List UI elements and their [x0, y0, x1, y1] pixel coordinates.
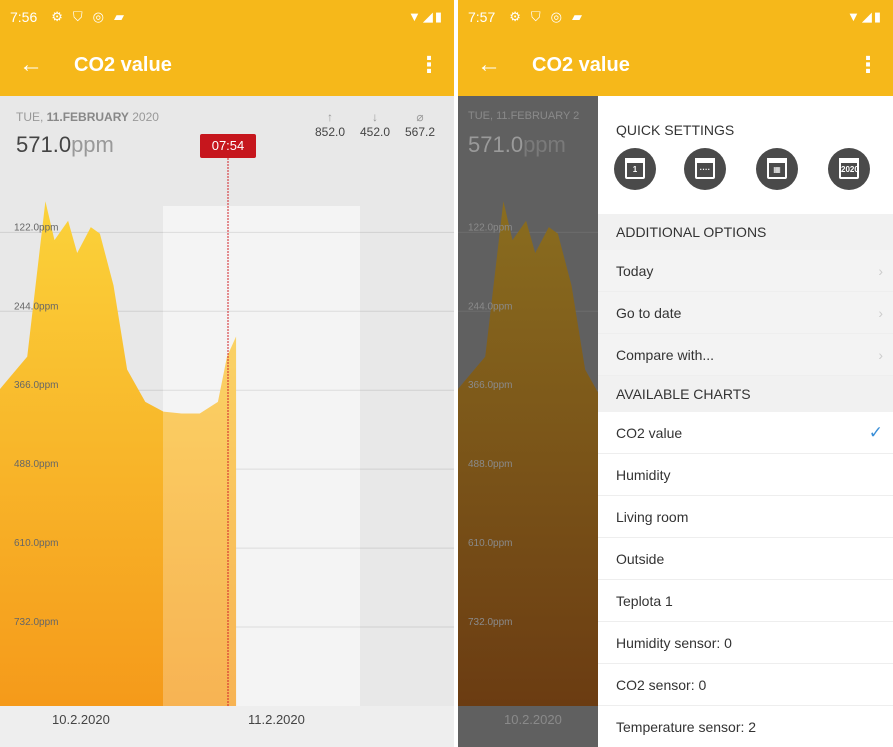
option-0[interactable]: Today ›	[598, 250, 893, 292]
signal-battery-icon: ▼◢▮	[846, 9, 883, 24]
y-tick-label: 244.0ppm	[468, 301, 512, 312]
y-tick-label: 366.0ppm	[468, 380, 512, 391]
arrow-down-icon: ↓	[372, 110, 379, 124]
phone-screen-left: 7:56 ⚙ ⛉ ◎ ▰ ▼◢▮ ← CO2 value ⋮ 732.0ppm 6…	[0, 0, 454, 747]
min-stat: ↓ 452.0	[360, 110, 391, 139]
avg-stat: ⌀ 567.2	[405, 110, 436, 139]
shield-icon: ⛉	[72, 9, 83, 24]
back-arrow-icon[interactable]: ←	[0, 51, 56, 79]
checkmark-icon: ✓	[868, 423, 883, 442]
quick-settings-heading: QUICK SETTINGS	[616, 122, 735, 138]
y-tick-label: 610.0ppm	[468, 538, 512, 549]
chart-date: TUE, 11.FEBRUARY 2	[468, 110, 580, 122]
cursor-time-badge[interactable]: 07:54	[200, 134, 256, 158]
gear-icon: ⚙	[509, 9, 521, 24]
calendar-month-icon[interactable]: ▦	[756, 148, 798, 190]
co2-area-chart[interactable]: 732.0ppm 610.0ppm 488.0ppm 366.0ppm 244.0ppm…	[0, 96, 454, 706]
gear-icon: ⚙	[51, 9, 63, 24]
additional-options-heading: ADDITIONAL OPTIONS	[598, 214, 893, 250]
y-tick-label: 366.0ppm	[14, 380, 58, 391]
page-title: CO2 value	[532, 53, 630, 76]
sync-icon: ◎	[550, 9, 563, 24]
chart-option-3[interactable]: Outside	[598, 538, 893, 580]
y-tick-label: 488.0ppm	[468, 459, 512, 470]
y-tick-label: 122.0ppm	[14, 222, 58, 233]
app-bar: ← CO2 value ⋮	[0, 34, 454, 96]
chart-date: TUE, 11.FEBRUARY 2020	[16, 110, 159, 124]
back-arrow-icon[interactable]: ←	[458, 51, 514, 79]
status-time: 7:57	[468, 9, 496, 25]
x-tick-label: 10.2.2020	[52, 712, 110, 727]
available-charts-heading: AVAILABLE CHARTS	[598, 376, 893, 412]
chart-option-6[interactable]: CO2 sensor: 0	[598, 664, 893, 706]
phone-screen-right: 7:57 ⚙ ⛉ ◎ ▰ ▼◢▮ ← CO2 value ⋮ 732.0ppm 6…	[458, 0, 893, 747]
average-icon: ⌀	[416, 110, 424, 124]
chart-option-4[interactable]: Teplota 1	[598, 580, 893, 622]
option-2[interactable]: Compare with... ›	[598, 334, 893, 376]
status-icons: ⚙ ⛉ ◎ ▰	[51, 9, 124, 25]
app-bar: ← CO2 value ⋮	[458, 34, 893, 96]
chart-option-7[interactable]: Temperature sensor: 2	[598, 706, 893, 747]
y-tick-label: 610.0ppm	[14, 538, 58, 549]
band-overlay	[163, 206, 360, 706]
y-tick-label: 244.0ppm	[14, 301, 58, 312]
chart-option-2[interactable]: Living room	[598, 496, 893, 538]
chart-area[interactable]: 732.0ppm 610.0ppm 488.0ppm 366.0ppm 244.0ppm…	[0, 96, 454, 706]
chart-option-5[interactable]: Humidity sensor: 0	[598, 622, 893, 664]
overflow-menu-icon[interactable]: ⋮	[418, 52, 440, 78]
status-time: 7:56	[10, 9, 38, 25]
y-tick-label: 122.0ppm	[468, 222, 512, 233]
co2-series-area	[458, 201, 598, 706]
status-icons: ⚙ ⛉ ◎ ▰	[509, 9, 582, 25]
sd-card-icon: ▰	[572, 9, 583, 24]
sync-icon: ◎	[92, 9, 105, 24]
options-drawer: QUICK SETTINGS 1 ···· ▦ 2020 ADDITIONAL OPT…	[598, 96, 893, 747]
current-value: 571.0ppm	[16, 132, 114, 157]
status-bar: 7:56 ⚙ ⛉ ◎ ▰ ▼◢▮	[0, 0, 454, 34]
shield-icon: ⛉	[530, 9, 541, 24]
max-stat: ↑ 852.0	[315, 110, 346, 139]
calendar-week-icon[interactable]: ····	[684, 148, 726, 190]
option-1[interactable]: Go to date ›	[598, 292, 893, 334]
current-value: 571.0ppm	[468, 132, 566, 157]
dimmed-chart-background[interactable]: 732.0ppm 610.0ppm 488.0ppm 366.0ppm 244.0ppm…	[458, 96, 598, 747]
calendar-year-icon[interactable]: 2020	[828, 148, 870, 190]
status-bar: 7:57 ⚙ ⛉ ◎ ▰ ▼◢▮	[458, 0, 893, 34]
chart-option-1[interactable]: Humidity	[598, 454, 893, 496]
chart-option-0[interactable]: CO2 value ✓	[598, 412, 893, 454]
x-tick-label: 10.2.2020	[504, 712, 562, 727]
sd-card-icon: ▰	[114, 9, 125, 24]
y-tick-label: 488.0ppm	[14, 459, 58, 470]
page-title: CO2 value	[74, 53, 172, 76]
arrow-up-icon: ↑	[327, 110, 334, 124]
chevron-right-icon: ›	[878, 347, 883, 363]
x-axis: 10.2.2020 11.2.2020	[0, 706, 454, 747]
x-tick-label: 11.2.2020	[248, 712, 305, 727]
chevron-right-icon: ›	[878, 263, 883, 279]
y-tick-label: 732.0ppm	[468, 617, 512, 628]
y-tick-label: 732.0ppm	[14, 617, 58, 628]
chevron-right-icon: ›	[878, 305, 883, 321]
co2-area-chart-dimmed: 732.0ppm 610.0ppm 488.0ppm 366.0ppm 244.0ppm…	[458, 201, 598, 706]
overflow-menu-icon[interactable]: ⋮	[857, 52, 879, 78]
calendar-day-icon[interactable]: 1	[614, 148, 656, 190]
signal-battery-icon: ▼◢▮	[407, 9, 444, 24]
